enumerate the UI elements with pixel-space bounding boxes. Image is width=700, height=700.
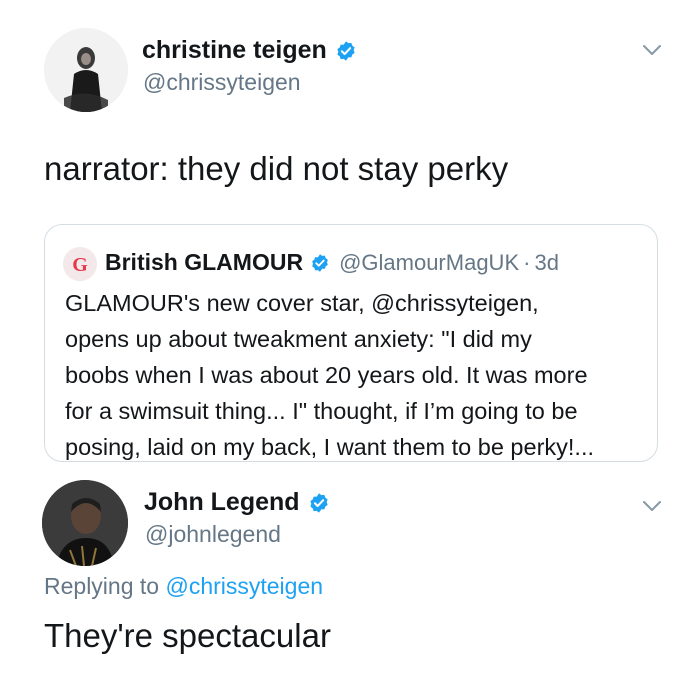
quoted-text-line: posing, laid on my back, I want them to … [65, 434, 595, 460]
quoted-text-line: boobs when I was about 20 years old. It … [65, 362, 588, 388]
author-handle[interactable]: @chrissyteigen [143, 69, 301, 96]
avatar-johnlegend[interactable] [42, 480, 128, 566]
quoted-text-line: GLAMOUR's new cover star, @chrissyteigen… [65, 290, 539, 316]
tweet-chrissyteigen[interactable]: christine teigen @chrissyteigen narrator… [0, 0, 700, 470]
quoted-tweet-card[interactable]: G British GLAMOUR @GlamourMagUK · 3d GLA… [44, 224, 658, 462]
avatar-chrissyteigen-image [44, 28, 128, 112]
glamour-logo-icon: G [63, 247, 97, 281]
author-name-row[interactable]: christine teigen [142, 36, 357, 65]
separator-dot: · [523, 249, 531, 275]
author-name-row[interactable]: John Legend [144, 488, 330, 517]
svg-text:G: G [72, 254, 88, 276]
author-display-name[interactable]: christine teigen [142, 36, 327, 65]
avatar-johnlegend-image [42, 480, 128, 566]
quoted-tweet-text: GLAMOUR's new cover star, @chrissyteigen… [65, 285, 655, 465]
verified-badge-icon [337, 40, 355, 61]
quoted-tweet-header: British GLAMOUR @GlamourMagUK · 3d [105, 249, 559, 276]
avatar-glamourmaguk[interactable]: G [63, 247, 97, 281]
chevron-down-icon[interactable] [640, 494, 664, 518]
quoted-tweet-time[interactable]: 3d [534, 250, 558, 276]
replying-to-mention-link[interactable]: @chrissyteigen [165, 573, 323, 599]
tweet-johnlegend[interactable]: John Legend @johnlegend Replying to @chr… [0, 470, 700, 700]
quoted-author-handle[interactable]: @GlamourMagUK [339, 250, 519, 276]
tweet-text: narrator: they did not stay perky [44, 150, 509, 187]
verified-badge-icon [312, 253, 328, 272]
author-handle[interactable]: @johnlegend [145, 521, 281, 548]
quoted-text-line: opens up about tweakment anxiety: "I did… [65, 326, 532, 352]
replying-to-label: Replying to [44, 573, 160, 599]
replying-to: Replying to @chrissyteigen [44, 573, 323, 600]
avatar-chrissyteigen[interactable] [44, 28, 128, 112]
tweet-text: They're spectacular [44, 617, 331, 654]
author-display-name[interactable]: John Legend [144, 488, 300, 517]
chevron-down-icon[interactable] [640, 38, 664, 62]
quoted-text-line: for a swimsuit thing... I" thought, if I… [65, 398, 578, 424]
quoted-author-name[interactable]: British GLAMOUR [105, 249, 303, 276]
verified-badge-icon [309, 492, 328, 513]
